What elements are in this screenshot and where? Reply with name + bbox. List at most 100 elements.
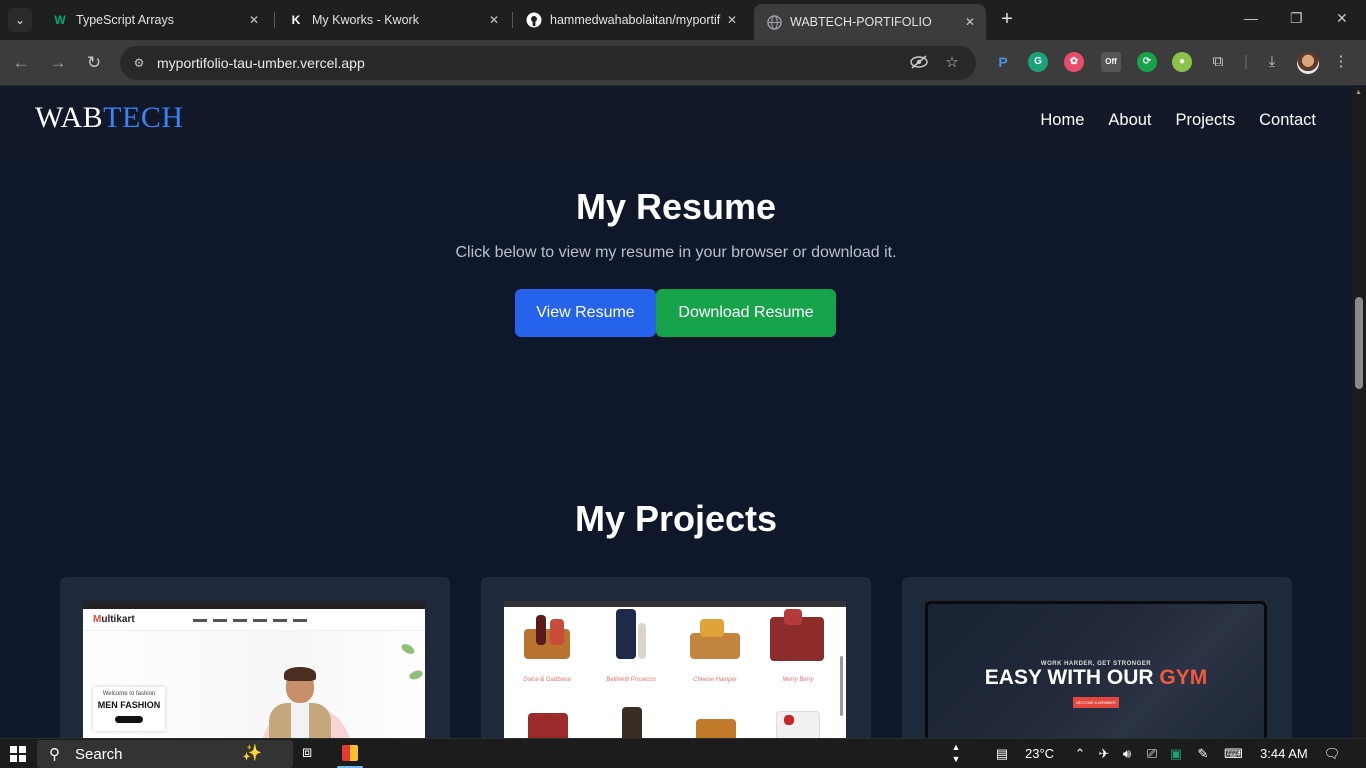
multikart-logo: Multikart: [93, 614, 135, 625]
notifications-icon[interactable]: 🗨︎: [1323, 745, 1341, 763]
bulb-extension-icon[interactable]: ●: [1172, 52, 1192, 72]
site-navbar: WABTECH Home About Projects Contact: [0, 87, 1352, 157]
page-scrollbar[interactable]: ▲: [1352, 87, 1366, 738]
close-icon[interactable]: ✕: [484, 13, 504, 27]
taskbar-search-box[interactable]: ⚲ Search ✨: [37, 740, 293, 768]
off-extension-icon[interactable]: Off: [1101, 52, 1121, 72]
extensions-puzzle-icon[interactable]: ⧉: [1208, 52, 1228, 72]
close-icon[interactable]: ✕: [722, 13, 742, 27]
new-tab-plus-icon[interactable]: +: [996, 8, 1018, 30]
project-card-gift-hampers[interactable]: Dolce & Gabbana Bellinetti Prosecco Chee…: [481, 577, 871, 738]
project-card-multikart[interactable]: Multikart Welcome to fashion MEN FASHION: [60, 577, 450, 738]
model-hair: [284, 667, 316, 681]
hamper-product: [684, 609, 744, 669]
tab-title: hammedwahabolaitan/myportif: [550, 13, 721, 27]
grammarly-icon[interactable]: G: [1028, 52, 1048, 72]
screenshot-header: Multikart: [83, 609, 425, 631]
toolbar-divider: |: [1244, 53, 1248, 70]
screenshot-menu-line: [193, 619, 313, 622]
back-arrow-icon[interactable]: ←: [10, 52, 32, 74]
fashion-welcome-text: Welcome to fashion: [102, 691, 156, 697]
tab-my-kworks[interactable]: K My Kworks - Kwork ✕: [276, 6, 510, 34]
project-card-gym[interactable]: WORK HARDER, GET STRONGER EASY WITH OUR …: [902, 577, 1292, 738]
show-hidden-icons-chevron-icon[interactable]: ⌃: [1071, 745, 1089, 763]
download-resume-button[interactable]: Download Resume: [656, 289, 836, 337]
restore-icon[interactable]: ❐: [1290, 10, 1303, 27]
network-icon[interactable]: ▣: [1167, 745, 1185, 763]
tab-search-chevron-icon[interactable]: ⌄: [8, 8, 32, 32]
download-icon[interactable]: ⤓: [1262, 52, 1282, 72]
men-fashion-box: Welcome to fashion MEN FASHION: [93, 687, 165, 731]
site-logo[interactable]: WABTECH: [35, 101, 184, 135]
projects-heading: My Projects: [574, 498, 778, 539]
pinned-app-icon[interactable]: [342, 745, 358, 761]
temperature-label[interactable]: 23°C: [1025, 746, 1054, 761]
weather-news-icon[interactable]: ▤: [993, 745, 1011, 763]
tab-github-repo[interactable]: hammedwahabolaitan/myportif ✕: [514, 6, 748, 34]
browser-toolbar: ← → ↻ ⚙ myportifolio-tau-umber.vercel.ap…: [0, 40, 1366, 86]
volume-icon[interactable]: 🔊︎: [1118, 745, 1136, 763]
tab-typescript-arrays[interactable]: W TypeScript Arrays ✕: [40, 6, 270, 34]
hamper-product: [516, 609, 576, 669]
men-fashion-text: MEN FASHION: [97, 700, 161, 710]
close-icon[interactable]: ✕: [244, 13, 264, 27]
eye-slash-icon[interactable]: [909, 54, 929, 72]
view-resume-button[interactable]: View Resume: [515, 289, 656, 337]
menu-kebab-icon[interactable]: ⋮: [1331, 52, 1351, 72]
portfolio-page: WABTECH Home About Projects Contact My R…: [0, 87, 1352, 738]
pen-icon[interactable]: ✎: [1194, 745, 1212, 763]
shop-now-pill: [115, 716, 143, 723]
nav-about-link[interactable]: About: [1108, 111, 1151, 130]
nav-home-link[interactable]: Home: [1040, 111, 1084, 130]
screenshot-frame: [925, 601, 1267, 738]
model-shirt: [291, 703, 309, 738]
tray-scroll-arrows-icon[interactable]: ▲ ▼: [947, 741, 965, 764]
windows-taskbar: ⚲ Search ✨ ⧈ ▲ ▼ ▤ 23°C ⌃ ✈ 🔊︎ ⎚ ▣ ✎ ⌨ 3:…: [0, 738, 1366, 768]
flower-extension-icon[interactable]: ✿: [1064, 52, 1084, 72]
hamper-product: [602, 609, 662, 669]
close-icon[interactable]: ✕: [960, 15, 980, 29]
site-menu: Home About Projects Contact: [1040, 111, 1316, 130]
site-settings-icon[interactable]: ⚙: [130, 54, 148, 72]
project-screenshot: WORK HARDER, GET STRONGER EASY WITH OUR …: [925, 601, 1267, 738]
tab-title: TypeScript Arrays: [76, 13, 174, 27]
tab-title: WABTECH-PORTIFOLIO: [790, 15, 932, 29]
search-icon: ⚲: [49, 746, 60, 763]
screenshot-topbar: [504, 601, 846, 607]
profile-avatar[interactable]: [1297, 52, 1319, 74]
task-view-icon[interactable]: ⧈: [302, 744, 312, 762]
github-icon: [526, 12, 542, 28]
clock-time[interactable]: 3:44 AM: [1260, 746, 1308, 761]
forward-arrow-icon[interactable]: →: [47, 52, 69, 74]
bookmark-star-icon[interactable]: ☆: [942, 54, 962, 72]
resume-heading: My Resume: [575, 186, 777, 227]
tab-title: My Kworks - Kwork: [312, 13, 419, 27]
product-label: Merry Berry: [782, 677, 814, 683]
keyboard-icon[interactable]: ⌨: [1224, 745, 1243, 763]
url-text[interactable]: myportifolio-tau-umber.vercel.app: [157, 55, 365, 71]
scroll-up-arrow-icon[interactable]: ▲: [1355, 89, 1362, 96]
scrollbar-thumb[interactable]: [1355, 297, 1363, 389]
tab-divider: [274, 12, 275, 28]
reload-icon[interactable]: ↻: [83, 52, 105, 74]
screenshot-topbar: [83, 601, 425, 609]
project-screenshot: Multikart Welcome to fashion MEN FASHION: [83, 601, 425, 738]
minimize-icon[interactable]: —: [1244, 10, 1258, 26]
nav-contact-link[interactable]: Contact: [1259, 111, 1316, 130]
sync-extension-icon[interactable]: ⟳: [1137, 52, 1157, 72]
airplane-mode-icon[interactable]: ✈: [1095, 745, 1113, 763]
tab-wabtech-portfolio[interactable]: WABTECH-PORTIFOLIO ✕: [754, 4, 986, 40]
kwork-k-icon: K: [291, 13, 301, 27]
windows-start-icon[interactable]: [10, 746, 26, 762]
hamper-product: [768, 705, 828, 738]
address-bar[interactable]: ⚙ myportifolio-tau-umber.vercel.app ☆: [120, 46, 976, 80]
resume-subtitle: Click below to view my resume in your br…: [455, 244, 897, 261]
hamper-product: [518, 705, 578, 738]
nav-projects-link[interactable]: Projects: [1176, 111, 1236, 130]
sparkle-icon: ✨: [242, 745, 262, 762]
product-label: Cheese Hamper: [693, 677, 737, 683]
extension-p-icon[interactable]: P: [993, 52, 1013, 72]
camera-icon[interactable]: ⎚: [1143, 745, 1161, 763]
window-close-icon[interactable]: ✕: [1336, 10, 1348, 27]
screenshot-scrollbar: [840, 656, 843, 716]
